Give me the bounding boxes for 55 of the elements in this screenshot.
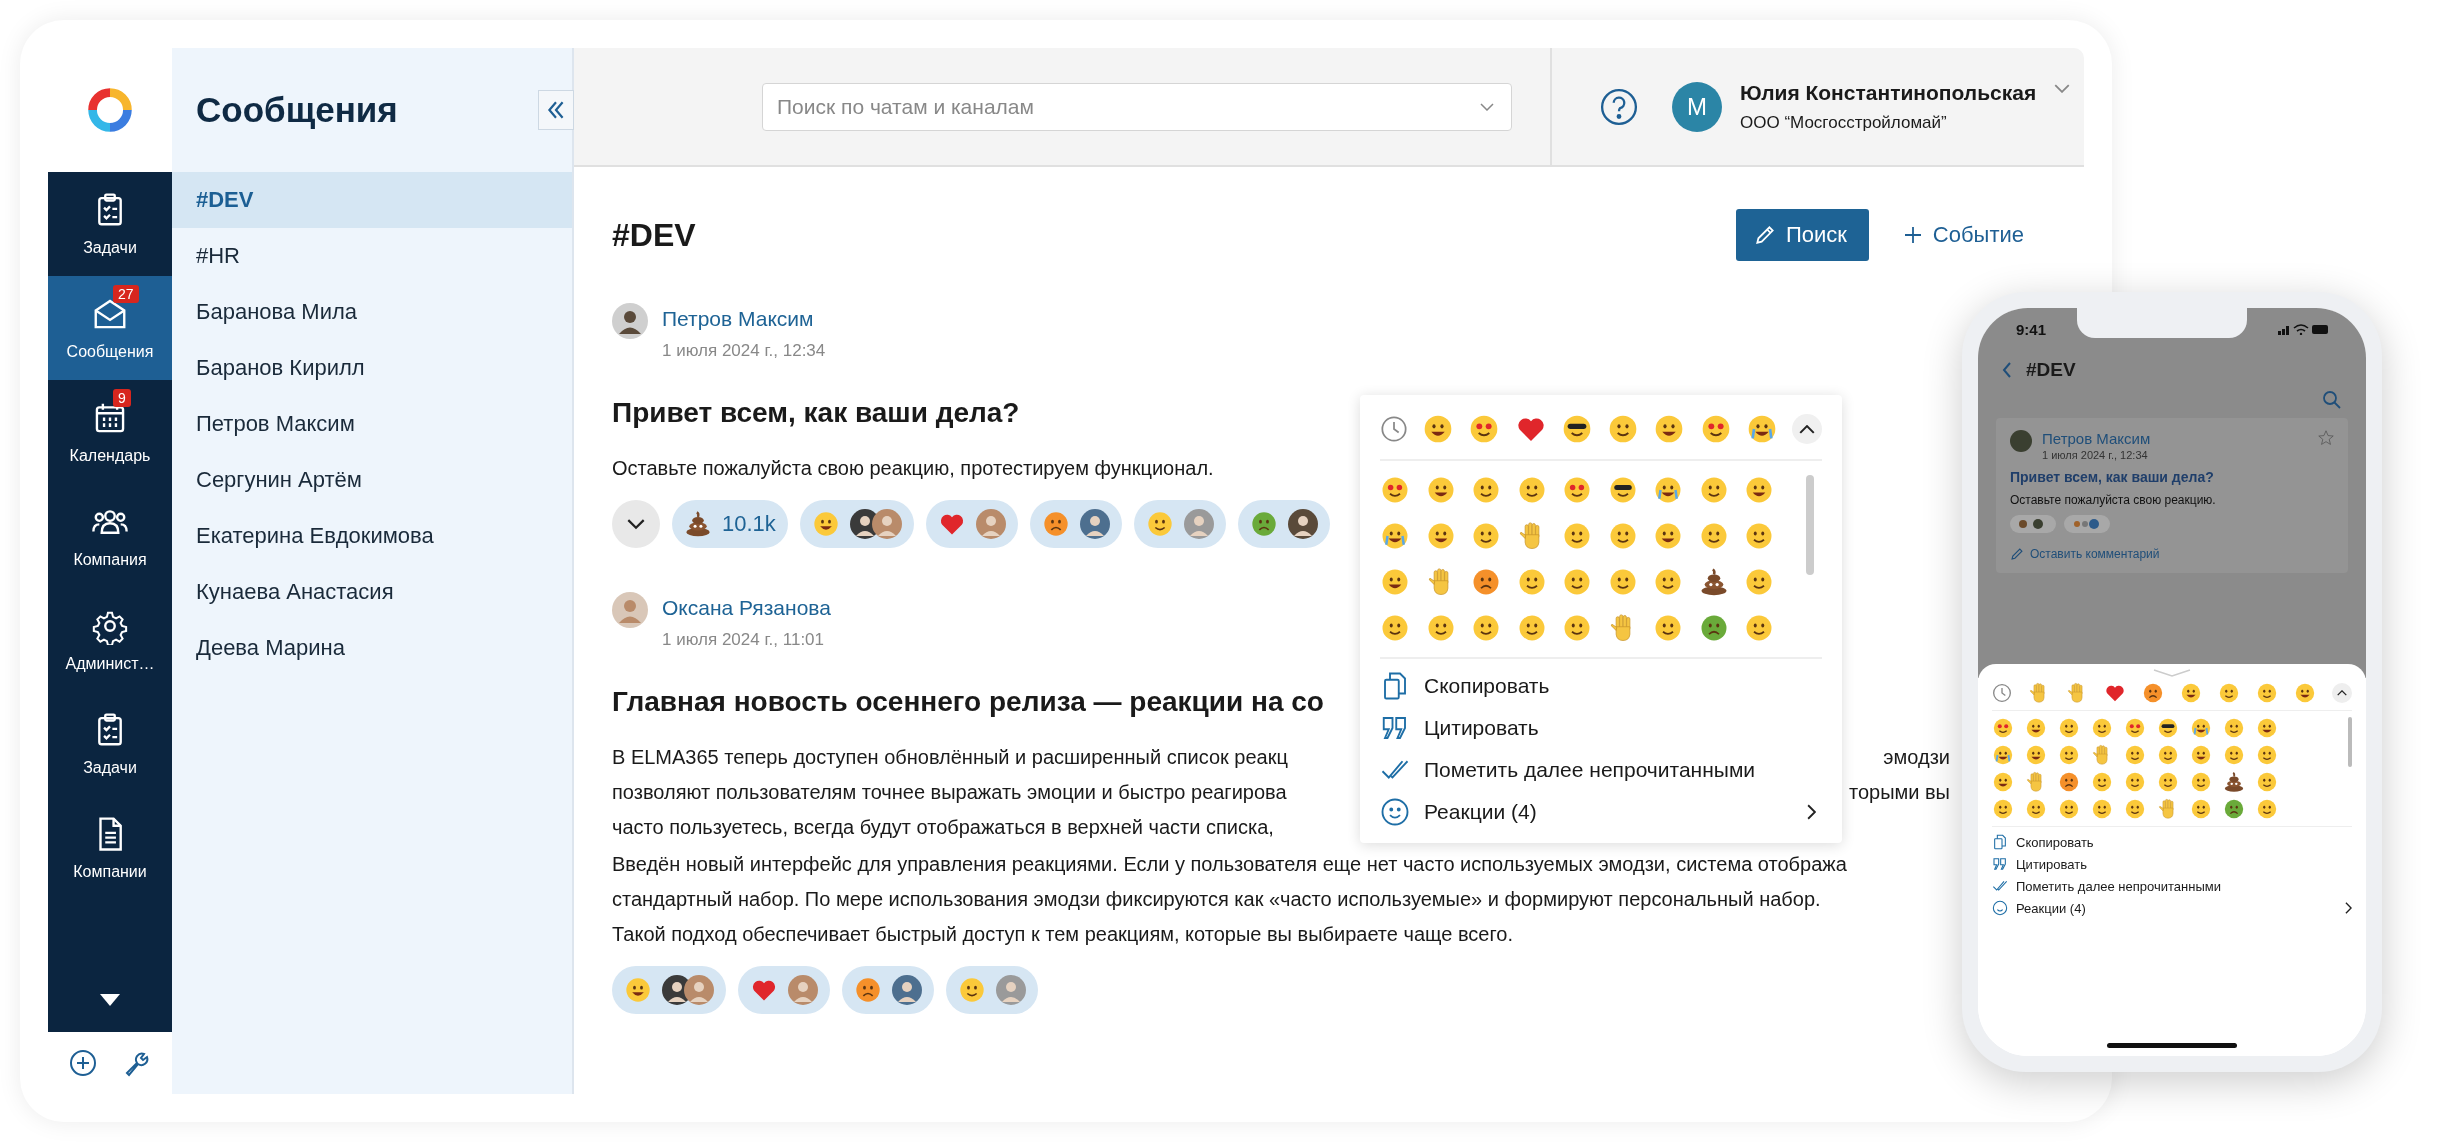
panel-title: Сообщения <box>196 90 398 130</box>
message-text: Такой подход обеспечивает быстрый доступ к тем реакциям, которые вы выбираете чаще всего. <box>612 922 1513 947</box>
nav-item[interactable]: Админист… <box>48 588 172 692</box>
message-text: Введён новый интерфейс для управления реакциями. Если у пользователя еще нет часто используемых эмодзи, система отобража <box>612 852 1847 877</box>
menu-item[interactable]: Пометить далее непрочитанными <box>1380 749 1822 791</box>
nav-item[interactable]: 27 Сообщения <box>48 276 172 380</box>
user-avatar[interactable]: М <box>1672 81 1722 132</box>
unread-badge: 9 <box>113 389 131 407</box>
message-heading: Привет всем, как ваши дела? <box>612 397 1020 429</box>
message-text: Оставьте пожалуйста свою реакцию, протестируем функционал. <box>612 456 1214 481</box>
channel-item[interactable]: Петров Максим <box>172 396 572 452</box>
menu-item[interactable]: Реакции (4) <box>1992 897 2352 919</box>
message-heading: Привет всем, как ваши дела? <box>2010 469 2215 485</box>
channel-item[interactable]: Екатерина Евдокимова <box>172 508 572 564</box>
channel-item[interactable]: Баранова Мила <box>172 284 572 340</box>
message-text: В ELMA365 теперь доступен обновлённый и расширенный список реакц <box>612 745 1288 770</box>
channel-item[interactable]: #HR <box>172 228 572 284</box>
nav-item[interactable]: Компания <box>48 484 172 588</box>
menu-item[interactable]: Скопировать <box>1992 831 2352 853</box>
message-date: 1 июля 2024 г., 12:34 <box>662 341 826 361</box>
status-time: 9:41 <box>2016 320 2047 338</box>
company-name: ООО “Мосгосстройломай” <box>1740 112 1948 133</box>
message-text: часто пользуетесь, всегда будут отображаться в верхней части списка, <box>612 815 1274 840</box>
chat-title: #DEV <box>2026 359 2076 381</box>
message-heading: Главная новость осеннего релиза — реакции на со <box>612 686 1324 718</box>
author-link[interactable]: Оксана Рязанова <box>662 596 831 620</box>
add-event-button[interactable]: Событие <box>1896 221 2030 249</box>
message-date: 1 июля 2024 г., 12:34 <box>2042 449 2149 461</box>
chat-title: #DEV <box>612 216 696 254</box>
menu-item[interactable]: Цитировать <box>1380 707 1822 749</box>
nav-item[interactable]: Компании <box>48 796 172 900</box>
menu-item[interactable]: Пометить далее непрочитанными <box>1992 875 2352 897</box>
menu-item[interactable]: Реакции (4) <box>1380 791 1822 833</box>
nav-item[interactable]: Задачи <box>48 172 172 276</box>
nav-item[interactable]: Задачи <box>48 692 172 796</box>
user-name: Юлия Константинопольская <box>1740 80 2037 105</box>
search-field[interactable]: Поиск по чатам и каналам <box>762 82 1512 131</box>
author-link[interactable]: Петров Максим <box>662 307 826 331</box>
message-text: эмодзи <box>1883 745 1950 770</box>
message-text: позволяют пользователям точнее выражать эмоции и быстро реагирова <box>612 780 1287 805</box>
message-text: стандартный набор. По мере использования эмодзи фиксируются как «часто используемые» и формируют персональный набор. <box>612 887 1821 912</box>
nav-item[interactable]: 9 Календарь <box>48 380 172 484</box>
menu-item[interactable]: Цитировать <box>1992 853 2352 875</box>
message-text: Оставьте пожалуйста свою реакцию. <box>2010 493 2217 507</box>
message-text: торыми вы <box>1848 780 1950 805</box>
channel-item[interactable]: Деева Марина <box>172 620 572 676</box>
unread-badge: 27 <box>113 285 139 303</box>
channel-item[interactable]: Баранов Кирилл <box>172 340 572 396</box>
channel-item[interactable]: Сергунин Артём <box>172 452 572 508</box>
channel-item[interactable]: #DEV <box>172 172 572 228</box>
message-date: 1 июля 2024 г., 11:01 <box>662 630 825 650</box>
reaction-chip[interactable]: 10.1k <box>672 500 788 548</box>
search-button[interactable]: Поиск <box>1735 209 1869 261</box>
channel-item[interactable]: Кунаева Анастасия <box>172 564 572 620</box>
menu-item[interactable]: Скопировать <box>1380 665 1822 707</box>
